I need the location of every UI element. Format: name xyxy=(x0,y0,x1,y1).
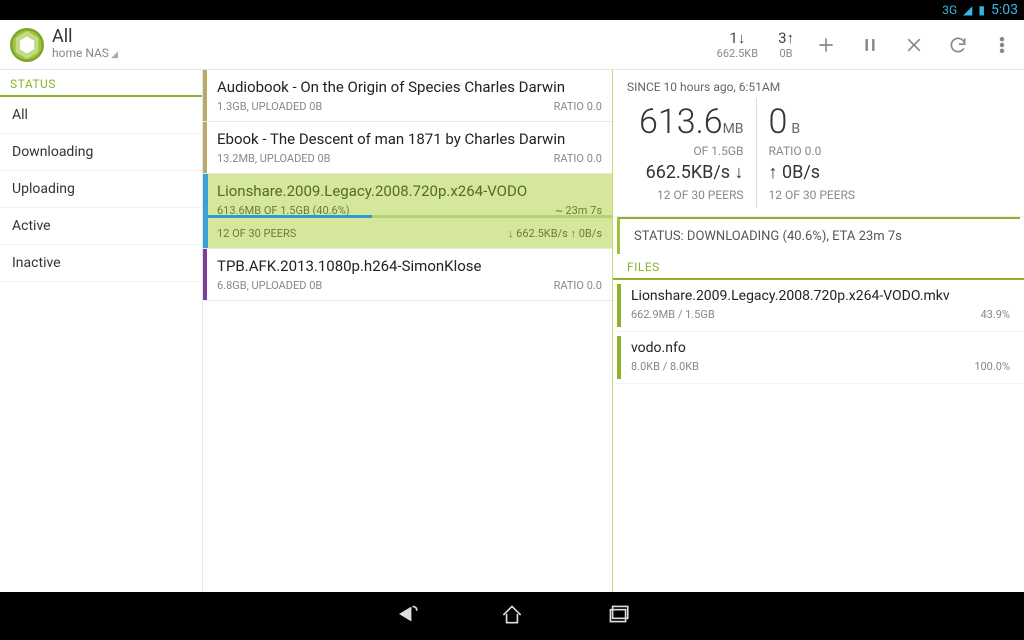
remove-button[interactable] xyxy=(892,20,936,70)
detail-download-block: 613.6MB OF 1.5GB 662.5KB/s ↓ 12 OF 30 PE… xyxy=(627,98,757,208)
file-color-bar xyxy=(617,336,621,379)
detail-upload-block: 0 B RATIO 0.0 ↑ 0B/s 12 OF 30 PEERS xyxy=(757,98,868,208)
sidebar-item-downloading[interactable]: Downloading xyxy=(0,134,202,171)
sidebar-item-inactive[interactable]: Inactive xyxy=(0,245,202,282)
progress-track xyxy=(208,215,612,218)
torrent-name: Lionshare.2009.Legacy.2008.720p.x264-VOD… xyxy=(217,182,602,200)
sidebar-heading: STATUS xyxy=(0,70,202,97)
torrent-peers: 12 OF 30 PEERS xyxy=(217,227,296,240)
pause-button[interactable] xyxy=(848,20,892,70)
detail-since: SINCE 10 hours ago, 6:51AM xyxy=(613,70,1024,98)
sidebar-item-uploading[interactable]: Uploading xyxy=(0,171,202,208)
torrent-row[interactable]: Ebook - The Descent of man 1871 by Charl… xyxy=(203,122,612,174)
detail-pane: SINCE 10 hours ago, 6:51AM 613.6MB OF 1.… xyxy=(613,70,1024,592)
torrent-meta: 1.3GB, UPLOADED 0B xyxy=(217,100,322,113)
file-pct: 100.0% xyxy=(974,360,1010,373)
home-button[interactable] xyxy=(499,601,525,631)
torrent-list: Audiobook - On the Origin of Species Cha… xyxy=(203,70,613,592)
filter-subtitle: home NAS xyxy=(52,46,118,62)
torrent-row[interactable]: TPB.AFK.2013.1080p.h264-SimonKlose 6.8GB,… xyxy=(203,249,612,301)
sidebar: STATUS AllDownloadingUploadingActiveInac… xyxy=(0,70,203,592)
torrent-name: TPB.AFK.2013.1080p.h264-SimonKlose xyxy=(217,257,602,275)
file-name: vodo.nfo xyxy=(631,340,1010,356)
filter-spinner[interactable]: All home NAS xyxy=(52,28,118,62)
refresh-button[interactable] xyxy=(936,20,980,70)
back-button[interactable] xyxy=(393,601,419,631)
torrent-ratio: RATIO 0.0 xyxy=(554,100,602,113)
sidebar-item-all[interactable]: All xyxy=(0,97,202,134)
download-stat: 1↓ 662.5KB xyxy=(717,29,758,60)
torrent-meta: 13.2MB, UPLOADED 0B xyxy=(217,152,331,165)
detail-status-line: STATUS: DOWNLOADING (40.6%), ETA 23m 7s xyxy=(617,217,1020,254)
torrent-row[interactable]: Audiobook - On the Origin of Species Cha… xyxy=(203,70,612,122)
signal-icon: ◢ xyxy=(963,3,972,17)
torrent-ratio: RATIO 0.0 xyxy=(554,152,602,165)
status-color-bar xyxy=(203,122,207,173)
clock: 5:03 xyxy=(991,2,1018,18)
file-size: 8.0KB / 8.0KB xyxy=(631,360,699,373)
status-color-bar xyxy=(203,249,207,300)
filter-title: All xyxy=(52,28,118,46)
battery-icon: ▮ xyxy=(978,3,985,17)
app-icon[interactable] xyxy=(10,28,44,62)
android-status-bar: 3G ◢ ▮ 5:03 xyxy=(0,0,1024,20)
file-row[interactable]: Lionshare.2009.Legacy.2008.720p.x264-VOD… xyxy=(613,280,1024,332)
torrent-rates: ↓ 662.5KB/s ↑ 0B/s xyxy=(508,227,602,240)
upload-stat: 3↑ 0B xyxy=(778,29,794,60)
file-pct: 43.9% xyxy=(980,308,1010,321)
android-nav-bar xyxy=(0,592,1024,640)
action-bar: All home NAS 1↓ 662.5KB 3↑ 0B xyxy=(0,20,1024,70)
status-color-bar xyxy=(203,70,207,121)
files-heading: FILES xyxy=(613,254,1024,280)
status-color-bar xyxy=(203,174,208,248)
progress-fill xyxy=(208,215,372,218)
torrent-ratio: RATIO 0.0 xyxy=(554,279,602,292)
add-button[interactable] xyxy=(804,20,848,70)
torrent-row[interactable]: Lionshare.2009.Legacy.2008.720p.x264-VOD… xyxy=(203,174,612,249)
file-color-bar xyxy=(617,284,621,327)
overflow-button[interactable] xyxy=(980,20,1024,70)
network-indicator: 3G xyxy=(942,3,957,17)
torrent-meta: 6.8GB, UPLOADED 0B xyxy=(217,279,322,292)
recent-apps-button[interactable] xyxy=(605,601,631,631)
sidebar-item-active[interactable]: Active xyxy=(0,208,202,245)
torrent-name: Ebook - The Descent of man 1871 by Charl… xyxy=(217,130,602,148)
torrent-name: Audiobook - On the Origin of Species Cha… xyxy=(217,78,602,96)
file-row[interactable]: vodo.nfo 8.0KB / 8.0KB 100.0% xyxy=(613,332,1024,384)
file-size: 662.9MB / 1.5GB xyxy=(631,308,715,321)
file-name: Lionshare.2009.Legacy.2008.720p.x264-VOD… xyxy=(631,288,1010,304)
